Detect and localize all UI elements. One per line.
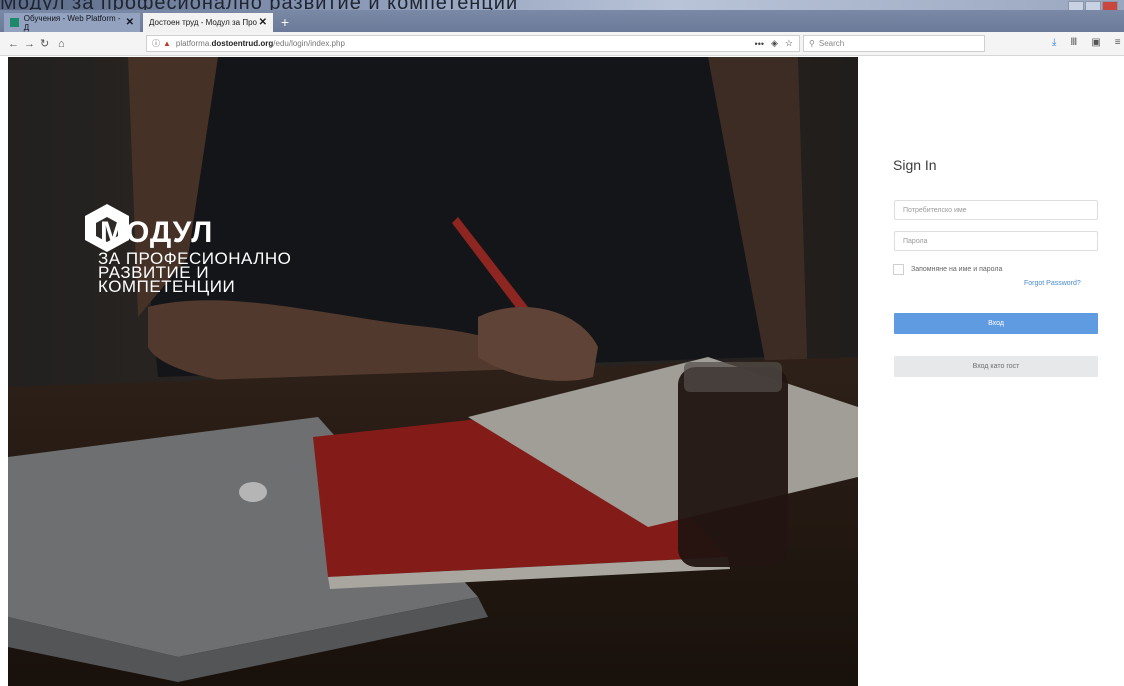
url-domain: dostoentrud.org — [211, 39, 274, 48]
login-button[interactable]: Вход — [894, 313, 1098, 334]
tab-favicon-icon — [10, 18, 19, 27]
remember-checkbox[interactable] — [893, 264, 904, 275]
tab-close-icon[interactable]: ✕ — [126, 17, 134, 28]
ghost-title: Модул за професионално развитие и компет… — [0, 0, 518, 10]
guest-login-button[interactable]: Вход като гост — [894, 356, 1098, 377]
back-icon[interactable]: ← — [8, 37, 19, 51]
password-placeholder: Парола — [903, 237, 928, 245]
tab-dostoen-trud[interactable]: Достоен труд - Модул за Про ✕ — [143, 13, 273, 32]
tab-close-icon[interactable]: ✕ — [259, 17, 267, 28]
search-bar[interactable]: ⚲ Search — [803, 35, 985, 52]
maximize-icon[interactable] — [1085, 1, 1101, 10]
library-icon[interactable]: Ⅲ — [1070, 37, 1077, 48]
hero-photo: МОДУЛ ЗА ПРОФЕСИОНАЛНО РАЗВИТИЕ И КОМПЕТ… — [8, 57, 858, 686]
username-input[interactable]: Потребителско име — [894, 200, 1098, 220]
download-icon[interactable]: ⤓ — [1052, 37, 1056, 48]
search-icon: ⚲ — [809, 39, 815, 48]
site-info-icon[interactable]: ⓘ — [152, 38, 160, 49]
home-icon[interactable]: ⌂ — [58, 37, 65, 51]
forward-icon[interactable]: → — [24, 37, 35, 51]
username-placeholder: Потребителско име — [903, 206, 967, 214]
minimize-icon[interactable] — [1068, 1, 1084, 10]
bookmark-star-icon[interactable]: ☆ — [785, 38, 793, 49]
hero-scene — [8, 57, 858, 686]
url-prefix: platforma. — [175, 39, 212, 48]
brand-name: МОДУЛ — [100, 216, 214, 249]
sidebar-icon[interactable]: ▣ — [1091, 37, 1100, 48]
tab-bar: Обучения - Web Platform - Д ✕ Достоен тр… — [0, 10, 1124, 32]
brand-tagline-3: КОМПЕТЕНЦИИ — [98, 277, 236, 296]
url-path: /edu/login/index.php — [273, 39, 345, 48]
new-tab-icon[interactable]: + — [276, 14, 294, 30]
tab-label: Достоен труд - Модул за Про — [149, 18, 258, 27]
sign-in-title: Sign In — [893, 157, 937, 173]
forgot-password-link[interactable]: Forgot Password? — [1024, 280, 1081, 287]
page-actions-icon[interactable]: ••• — [755, 39, 764, 49]
close-window-icon[interactable] — [1102, 1, 1118, 10]
permission-icon[interactable]: ▲ — [163, 39, 171, 48]
remember-label: Запомняне на име и парола — [911, 266, 1003, 273]
search-placeholder: Search — [818, 39, 845, 48]
password-input[interactable]: Парола — [894, 231, 1098, 251]
pocket-icon[interactable]: ◈ — [771, 38, 778, 49]
menu-icon[interactable]: ≡ — [1115, 37, 1121, 48]
window-controls — [1068, 1, 1118, 10]
window-titlebar: Модул за професионално развитие и компет… — [0, 0, 1124, 10]
url-bar[interactable]: ⓘ ▲ platforma. dostoentrud.org/edu/login/… — [146, 35, 800, 52]
login-panel: Sign In Потребителско име Парола Запомня… — [858, 57, 1124, 686]
brand-block: МОДУЛ ЗА ПРОФЕСИОНАЛНО РАЗВИТИЕ И КОМПЕТ… — [98, 218, 291, 296]
navigation-bar: ← → ↻ ⌂ ⓘ ▲ platforma. dostoentrud.org/ed… — [0, 32, 1124, 56]
tab-label: Обучения - Web Platform - Д — [23, 13, 121, 32]
tab-web-platform[interactable]: Обучения - Web Platform - Д ✕ — [4, 13, 140, 32]
remember-row: Запомняне на име и парола — [893, 264, 1002, 275]
reload-icon[interactable]: ↻ — [40, 37, 49, 51]
